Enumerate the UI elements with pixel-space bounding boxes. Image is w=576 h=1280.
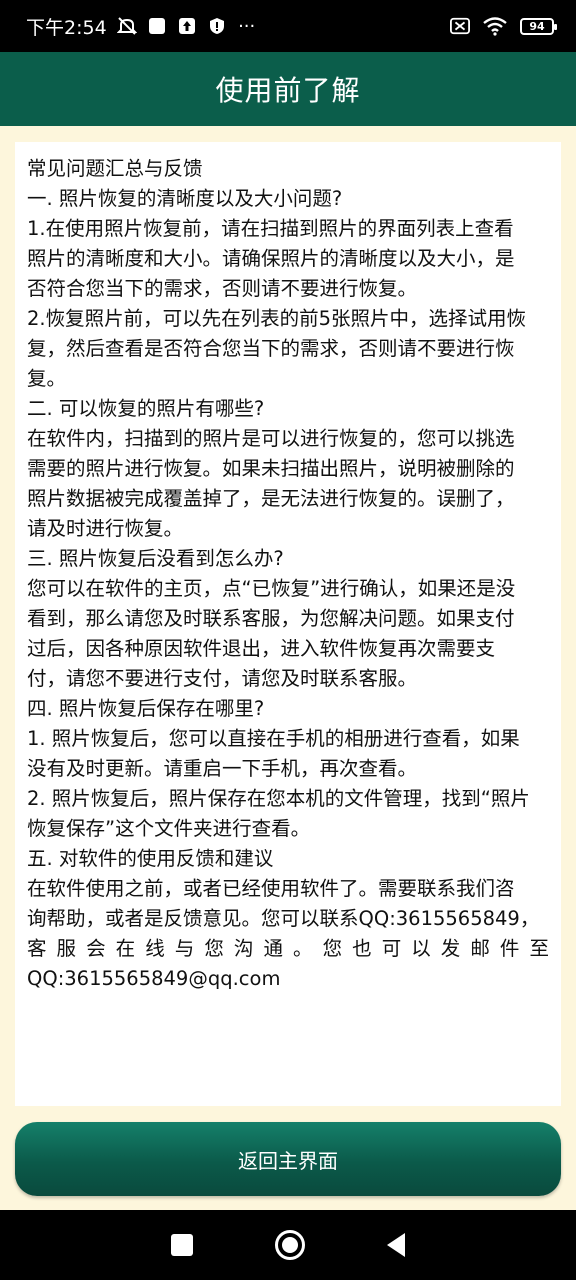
recent-apps-icon[interactable]	[171, 1234, 193, 1256]
shield-icon	[207, 16, 227, 36]
system-nav-bar	[0, 1210, 576, 1280]
faq-line: 照片数据被完成覆盖掉了，是无法进行恢复的。误删了，	[27, 487, 515, 510]
faq-line: 三. 照片恢复后没看到怎么办?	[27, 547, 284, 570]
back-to-main-label: 返回主界面	[238, 1148, 338, 1173]
faq-line: 在软件内，扫描到的照片是可以进行恢复的，您可以挑选	[27, 427, 515, 450]
faq-line: 付，请您不要进行支付，请您及时联系客服。	[27, 667, 418, 690]
mute-icon	[116, 16, 137, 36]
faq-line: 请及时进行恢复。	[27, 517, 184, 540]
notification-square-icon	[147, 16, 167, 36]
battery-icon: 94	[520, 17, 557, 35]
status-left: 下午2:54 ···	[26, 13, 257, 40]
faq-line: 1.在使用照片恢复前，请在扫描到照片的界面列表上查看	[27, 217, 514, 240]
home-icon[interactable]	[275, 1230, 305, 1260]
faq-line: 客服会在线与您沟通。您也可以发邮件至	[27, 937, 549, 960]
faq-line: 五. 对软件的使用反馈和建议	[27, 847, 274, 870]
back-icon[interactable]	[387, 1233, 405, 1257]
faq-line: 二. 可以恢复的照片有哪些?	[27, 397, 265, 420]
faq-line: 询帮助，或者是反馈意见。您可以联系QQ:3615565849，	[27, 907, 540, 930]
status-time: 下午2:54	[26, 16, 107, 39]
wifi-icon	[482, 16, 508, 36]
faq-line: 复，然后查看是否符合您当下的需求，否则请不要进行恢	[27, 337, 515, 360]
faq-line: 否符合您当下的需求，否则请不要进行恢复。	[27, 277, 418, 300]
faq-line: 2.恢复照片前，可以先在列表的前5张照片中，选择试用恢	[27, 307, 527, 330]
faq-line: QQ:3615565849@qq.com	[27, 967, 281, 990]
more-dots-icon: ···	[238, 15, 256, 37]
faq-line: 1. 照片恢复后，您可以直接在手机的相册进行查看，如果	[27, 727, 520, 750]
faq-line: 一. 照片恢复的清晰度以及大小问题?	[27, 187, 343, 210]
faq-line: 过后，因各种原因软件退出，进入软件恢复再次需要支	[27, 637, 496, 660]
faq-line: 复。	[27, 367, 67, 390]
upload-icon	[177, 16, 197, 36]
faq-line: 2. 照片恢复后，照片保存在您本机的文件管理，找到“照片	[27, 787, 530, 810]
faq-line: 恢复保存”这个文件夹进行查看。	[27, 817, 311, 840]
faq-line: 四. 照片恢复后保存在哪里?	[27, 697, 265, 720]
faq-line: 看到，那么请您及时联系客服，为您解决问题。如果支付	[27, 607, 515, 630]
status-bar: 下午2:54 ··· 94	[0, 0, 576, 52]
status-right: 94	[450, 16, 557, 36]
header-bar: 使用前了解	[0, 52, 576, 126]
sim-off-icon	[450, 16, 470, 36]
faq-line: 在软件使用之前，或者已经使用软件了。需要联系我们咨	[27, 877, 515, 900]
back-to-main-button[interactable]: 返回主界面	[15, 1122, 561, 1196]
faq-line: 没有及时更新。请重启一下手机，再次查看。	[27, 757, 418, 780]
faq-line: 照片的清晰度和大小。请确保照片的清晰度以及大小，是	[27, 247, 515, 270]
faq-line: 常见问题汇总与反馈	[27, 157, 203, 180]
faq-content-card: 常见问题汇总与反馈 一. 照片恢复的清晰度以及大小问题? 1.在使用照片恢复前，…	[15, 142, 561, 1106]
faq-line: 需要的照片进行恢复。如果未扫描出照片，说明被删除的	[27, 457, 515, 480]
page-title: 使用前了解	[215, 74, 361, 107]
faq-line: 您可以在软件的主页，点“已恢复”进行确认，如果还是没	[27, 577, 516, 600]
